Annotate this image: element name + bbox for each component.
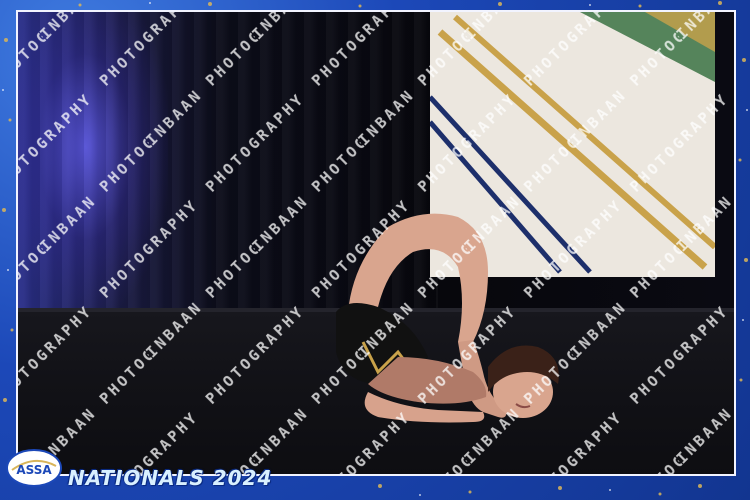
stage-photo: INBAAN PHOTOGRAPHY INBAAN PHOTOGRAPHY bbox=[16, 10, 736, 476]
svg-text:ASSA: ASSA bbox=[16, 463, 52, 477]
event-title: NATIONALS 2024 bbox=[68, 466, 273, 490]
dancer-figure bbox=[336, 213, 559, 423]
assa-logo: ASSA bbox=[6, 449, 62, 487]
photo-frame: INBAAN PHOTOGRAPHY INBAAN PHOTOGRAPHY AS… bbox=[0, 0, 750, 500]
